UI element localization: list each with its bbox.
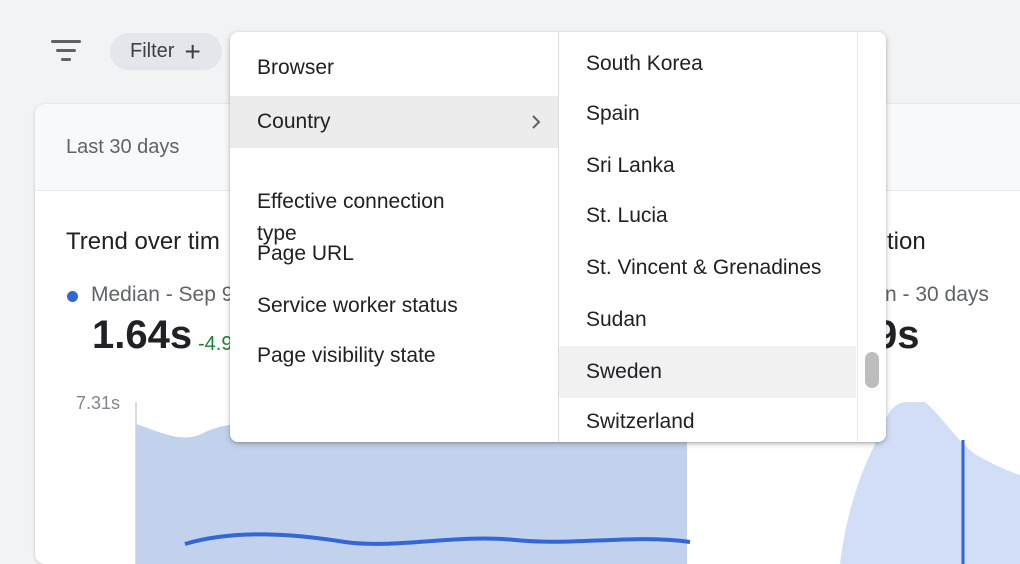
menu-item-country[interactable]: Country xyxy=(230,96,558,148)
country-label: Spain xyxy=(586,102,640,125)
menu-item-label: Page URL xyxy=(257,242,354,265)
menu-item-effective-connection-type[interactable]: Effective connection type xyxy=(230,154,558,245)
median-delta: -4.9 xyxy=(198,333,233,355)
country-list: South Korea Spain Sri Lanka St. Lucia St… xyxy=(559,32,856,442)
filter-line xyxy=(51,40,81,43)
legend-label-median: Median - Sep 9 xyxy=(91,283,234,306)
legend-dot-median xyxy=(67,291,78,302)
filter-line xyxy=(61,58,71,61)
menu-item-page-url[interactable]: Page URL xyxy=(230,236,558,272)
country-label: Switzerland xyxy=(586,410,695,433)
filter-dimension-menu: Browser Country Effective connection typ… xyxy=(230,32,886,442)
country-item-sri-lanka[interactable]: Sri Lanka xyxy=(559,148,856,184)
country-label: Sudan xyxy=(586,308,647,331)
scrollbar-thumb[interactable] xyxy=(865,352,879,388)
country-item-sudan[interactable]: Sudan xyxy=(559,302,856,338)
country-item-switzerland[interactable]: Switzerland xyxy=(559,404,856,440)
country-label: St. Vincent & Grenadines xyxy=(586,256,822,279)
filter-line xyxy=(56,49,76,52)
y-axis-max-label: 7.31s xyxy=(76,393,121,413)
menu-item-page-visibility-state[interactable]: Page visibility state xyxy=(230,338,558,374)
country-label: South Korea xyxy=(586,52,703,75)
menu-item-label: Page visibility state xyxy=(257,344,436,367)
country-item-st-vincent-grenadines[interactable]: St. Vincent & Grenadines xyxy=(559,250,856,286)
plus-icon: + xyxy=(184,35,201,67)
distribution-title: tion xyxy=(887,228,926,255)
country-label: Sri Lanka xyxy=(586,154,675,177)
country-item-spain[interactable]: Spain xyxy=(559,96,856,132)
country-item-south-korea[interactable]: South Korea xyxy=(559,46,856,82)
menu-item-label: Browser xyxy=(257,56,335,79)
menu-item-service-worker-status[interactable]: Service worker status xyxy=(230,288,558,324)
median-value: 1.64s xyxy=(92,313,193,357)
filter-chip-button[interactable]: Filter + xyxy=(110,33,222,70)
filter-list-icon[interactable] xyxy=(50,38,82,64)
country-list-scrollbar[interactable] xyxy=(857,32,886,442)
country-item-st-lucia[interactable]: St. Lucia xyxy=(559,198,856,234)
country-item-sweden[interactable]: Sweden xyxy=(559,346,856,398)
filter-chip-label: Filter xyxy=(130,40,175,62)
distribution-legend-label: n - 30 days xyxy=(885,283,989,306)
country-label: Sweden xyxy=(586,360,662,383)
dimension-list: Browser Country Effective connection typ… xyxy=(230,32,559,442)
trend-title: Trend over tim xyxy=(66,228,220,255)
menu-item-label: Country xyxy=(257,110,331,133)
chevron-right-icon xyxy=(532,115,541,129)
country-label: St. Lucia xyxy=(586,204,668,227)
menu-item-label: Service worker status xyxy=(257,294,458,317)
menu-item-browser[interactable]: Browser xyxy=(230,50,558,86)
